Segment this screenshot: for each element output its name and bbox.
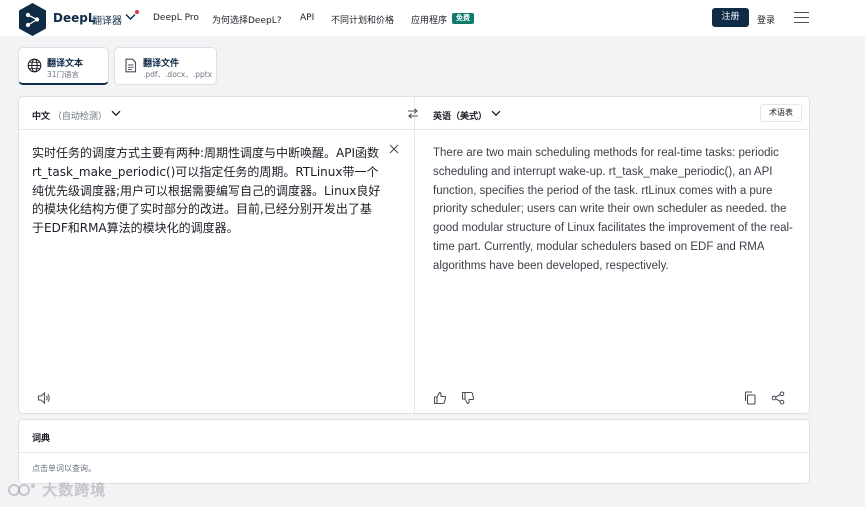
language-bar-divider	[19, 129, 809, 130]
globe-icon	[27, 58, 42, 73]
tab-title: 翻译文件	[143, 59, 180, 69]
tab-title: 翻译文本	[47, 59, 84, 69]
close-icon[interactable]	[389, 144, 399, 154]
target-language-selector[interactable]: 英语（美式）	[433, 109, 487, 122]
free-badge: 免费	[452, 13, 474, 24]
tab-subtitle: .pdf、.docx、.pptx	[143, 70, 213, 79]
chevron-down-icon[interactable]	[111, 110, 121, 117]
chevron-down-icon[interactable]	[491, 110, 501, 117]
watermark-text: 大数跨境	[42, 481, 107, 499]
nav-deepl-pro[interactable]: DeepL Pro	[153, 13, 199, 23]
glossary-button[interactable]: 术语表	[760, 104, 802, 122]
deepl-logo-icon[interactable]	[17, 2, 48, 37]
nav-apps[interactable]: 应用程序	[411, 13, 447, 26]
tab-translate-text[interactable]: 翻译文本 31门语言	[18, 47, 109, 85]
brand-name[interactable]: DeepL	[53, 11, 95, 25]
target-language: 英语（美式）	[433, 112, 488, 122]
login-button[interactable]: 登录	[757, 13, 775, 26]
dictionary-title: 词典	[32, 434, 51, 444]
source-language: 中文	[32, 112, 51, 122]
swap-languages-icon[interactable]	[407, 108, 419, 119]
dictionary-hint: 点击单词以查询。	[32, 464, 96, 473]
share-icon[interactable]	[771, 391, 785, 405]
copy-icon[interactable]	[743, 391, 757, 405]
watermark-logo-icon	[8, 484, 35, 496]
panel-divider	[414, 97, 415, 413]
auto-detect-label: （自动检测）	[52, 112, 107, 122]
chevron-down-icon[interactable]	[125, 13, 136, 21]
nav-why-deepl[interactable]: 为何选择DeepL?	[212, 13, 282, 26]
source-language-selector[interactable]: 中文 （自动检测）	[32, 109, 107, 122]
menu-icon[interactable]	[794, 12, 809, 24]
nav-pricing[interactable]: 不同计划和价格	[331, 13, 394, 26]
top-navigation-bar: DeepL 翻译器 DeepL Pro 为何选择DeepL? API 不同计划和…	[0, 0, 865, 36]
thumbs-up-icon[interactable]	[433, 391, 447, 405]
notification-dot	[135, 10, 139, 14]
brand-product-label[interactable]: 翻译器	[92, 12, 122, 27]
document-icon	[125, 58, 137, 73]
nav-api[interactable]: API	[300, 13, 314, 23]
register-button[interactable]: 注册	[712, 8, 749, 27]
watermark: 大数跨境	[8, 479, 106, 500]
speaker-icon[interactable]	[37, 391, 51, 405]
dictionary-panel: 词典 点击单词以查询。	[18, 419, 810, 484]
translation-output[interactable]: There are two main scheduling methods fo…	[433, 144, 801, 276]
tab-subtitle: 31门语言	[47, 70, 80, 79]
dictionary-divider	[19, 452, 809, 453]
tab-translate-files[interactable]: 翻译文件 .pdf、.docx、.pptx	[114, 47, 217, 85]
thumbs-down-icon[interactable]	[461, 391, 475, 405]
translator-panel: 中文 （自动检测） 英语（美式） 术语表 实时任务的调度方式主要有两种:周期性调…	[18, 96, 810, 414]
source-text-input[interactable]: 实时任务的调度方式主要有两种:周期性调度与中断唤醒。API函数rt_task_m…	[32, 144, 382, 238]
